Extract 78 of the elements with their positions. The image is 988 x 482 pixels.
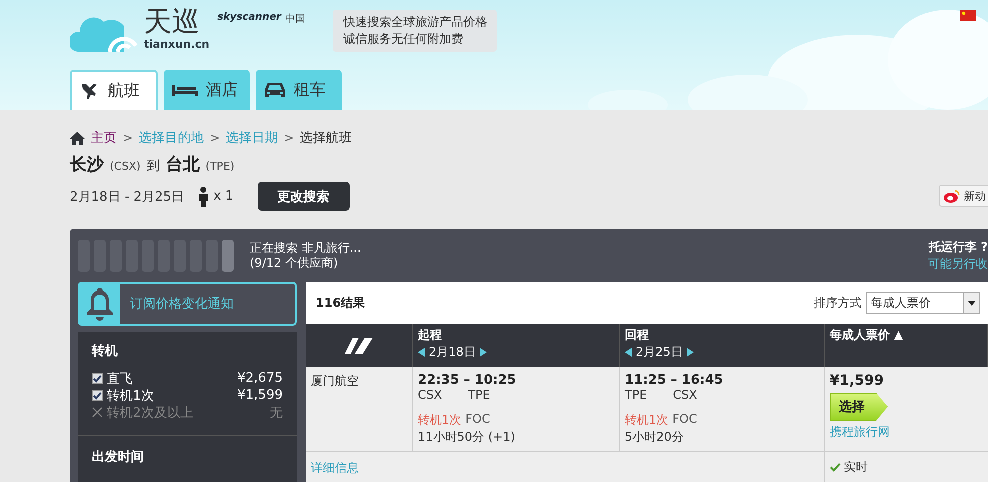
previous-date-icon[interactable] xyxy=(625,348,632,357)
nav-tab[interactable]: 航班 xyxy=(70,70,158,110)
flight-time: 11:25 – 16:45 xyxy=(625,373,724,388)
sort-dropdown[interactable]: 每成人票价 xyxy=(866,292,980,314)
breadcrumb-separator: > xyxy=(284,131,294,145)
stops-text: 转机1次 xyxy=(418,412,462,429)
baggage-fee-link[interactable]: 可能另行收 xyxy=(928,256,988,272)
filter-title: 转机 xyxy=(92,343,119,360)
unavailable-icon xyxy=(92,407,103,418)
breadcrumb-link[interactable]: 主页 xyxy=(91,129,117,147)
travel-dates: 2月18日 - 2月25日 xyxy=(70,188,185,206)
filter-price: ¥1,599 xyxy=(238,388,283,403)
nav-tab[interactable]: 酒店 xyxy=(164,70,250,110)
logo-domain: tianxun.cn xyxy=(144,38,210,51)
filter-checkbox[interactable] xyxy=(92,390,103,401)
airport-code: TPE xyxy=(468,388,490,402)
breadcrumb-separator: > xyxy=(123,131,134,145)
baggage-title: 托运行李 ? xyxy=(928,238,988,256)
realtime-label: 实时 xyxy=(844,458,868,476)
destination-city: 台北 xyxy=(166,154,200,176)
tooltip-text: 诚信服务无任何附加费 xyxy=(343,31,464,48)
filter-label: 转机1次 xyxy=(107,388,154,404)
flight-time: 22:35 – 10:25 xyxy=(418,373,518,388)
region-text: 中国 xyxy=(285,12,306,26)
route-word: 到 xyxy=(146,158,160,175)
filter-title: 出发时间 xyxy=(92,449,145,466)
ticket-price: ¥1,599 xyxy=(830,373,886,389)
column-date: 2月25日 xyxy=(636,344,683,361)
flight-duration: 11小时50分 (+1) xyxy=(418,429,516,446)
airline-name: 厦门航空 xyxy=(311,373,360,390)
airline-logo-icon xyxy=(345,338,373,354)
share-button[interactable]: 新动 xyxy=(939,185,988,207)
breadcrumb-separator: > xyxy=(210,131,220,145)
car-icon xyxy=(264,81,286,99)
home-icon[interactable] xyxy=(70,132,85,144)
person-icon xyxy=(198,186,208,206)
filter-price: ¥2,675 xyxy=(238,371,283,386)
via-airport: FOC xyxy=(466,412,490,428)
passenger-count: x 1 xyxy=(214,189,234,204)
column-title: 回程 xyxy=(625,327,650,344)
flight-duration: 5小时20分 xyxy=(625,429,685,446)
tooltip-text: 快速搜索全球旅游产品价格 xyxy=(343,14,488,31)
select-button[interactable]: 选择 xyxy=(830,393,888,421)
next-date-icon[interactable] xyxy=(480,348,487,357)
airport-code: CSX xyxy=(418,388,442,402)
via-airport: FOC xyxy=(672,412,698,428)
column-title: 起程 xyxy=(418,327,443,344)
change-search-button[interactable]: 更改搜索 xyxy=(258,182,350,211)
result-count: 116结果 xyxy=(316,294,366,312)
destination-code: (TPE) xyxy=(206,160,235,173)
flag-icon[interactable] xyxy=(960,10,976,21)
origin-code: (CSX) xyxy=(110,160,141,173)
filter-price: 无 xyxy=(270,404,283,422)
airport-code: CSX xyxy=(673,388,698,402)
next-date-icon[interactable] xyxy=(686,348,694,357)
nav-tab[interactable]: 租车 xyxy=(256,70,342,110)
previous-date-icon[interactable] xyxy=(418,348,425,357)
weibo-icon xyxy=(944,190,960,202)
logo-text: 天巡 xyxy=(144,6,201,38)
column-date: 2月18日 xyxy=(429,344,476,361)
sort-label: 排序方式 xyxy=(814,294,862,312)
filter-label: 直飞 xyxy=(107,370,133,388)
search-status-text: (9/12 个供应商) xyxy=(250,256,340,270)
bell-icon xyxy=(87,287,113,321)
plane-icon xyxy=(80,81,100,101)
search-status-text: 正在搜索 非凡旅行... xyxy=(250,240,362,256)
brand-text: skyscanner xyxy=(218,12,282,23)
price-alert-button[interactable]: 订阅价格变化通知 xyxy=(78,282,297,326)
bed-icon xyxy=(172,83,198,97)
airport-code: TPE xyxy=(625,388,648,402)
filter-checkbox[interactable] xyxy=(92,373,103,384)
dropdown-arrow-icon xyxy=(968,300,976,306)
filter-label: 转机2次及以上 xyxy=(107,404,194,422)
current-page-label: 选择航班 xyxy=(300,130,352,147)
stops-text: 转机1次 xyxy=(625,412,669,429)
check-icon xyxy=(830,462,841,472)
column-title[interactable]: 每成人票价 ▲ xyxy=(830,327,982,344)
origin-city: 长沙 xyxy=(70,154,104,176)
